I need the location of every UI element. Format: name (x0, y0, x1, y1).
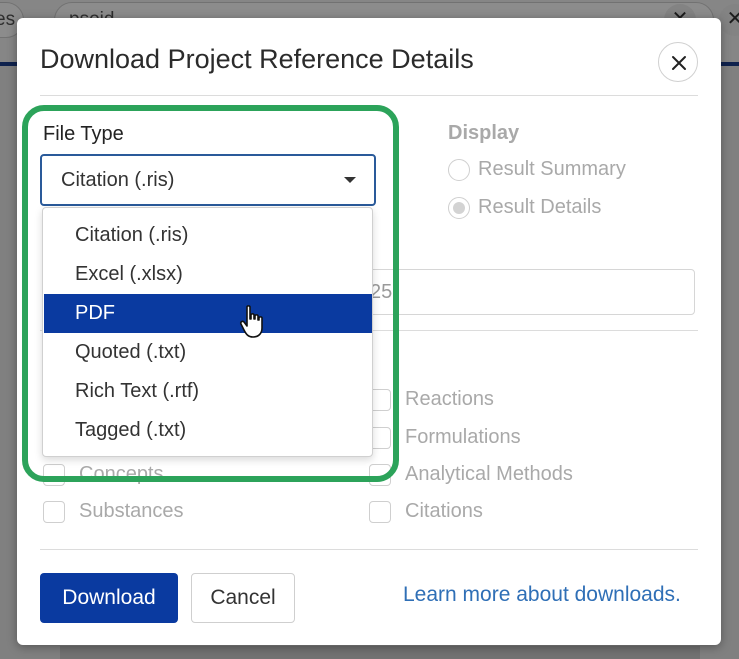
radio-circle-checked (448, 196, 470, 219)
checkbox-substances[interactable]: Substances (43, 500, 184, 523)
dialog-title: Download Project Reference Details (40, 44, 474, 74)
select-value: Citation (.ris) (61, 169, 175, 191)
option-quoted-txt[interactable]: Quoted (.txt) (44, 333, 372, 372)
cancel-button[interactable]: Cancel (191, 573, 295, 623)
checkbox-label: Citations (405, 500, 483, 522)
display-label: Display (448, 122, 520, 144)
option-tagged-txt[interactable]: Tagged (.txt) (44, 411, 372, 450)
close-icon (672, 56, 686, 70)
learn-more-link[interactable]: Learn more about downloads. (403, 583, 681, 607)
file-type-select[interactable]: Citation (.ris) (40, 154, 376, 206)
radio-circle (448, 158, 470, 181)
radio-result-details[interactable]: Result Details (448, 196, 601, 219)
footer-divider (40, 549, 698, 550)
checkbox-analytical-methods[interactable]: Analytical Methods (369, 463, 573, 486)
checkbox-box (43, 500, 65, 523)
caret-down-icon (344, 177, 356, 183)
header-divider (40, 95, 698, 96)
option-pdf[interactable]: PDF (44, 294, 372, 333)
range-input[interactable]: 25 (357, 269, 695, 315)
radio-result-summary[interactable]: Result Summary (448, 158, 626, 181)
checkbox-box (369, 500, 391, 523)
checkbox-label: Formulations (405, 426, 521, 448)
option-rich-text-rtf[interactable]: Rich Text (.rtf) (44, 372, 372, 411)
file-type-dropdown: Citation (.ris) Excel (.xlsx) PDF Quoted… (42, 207, 373, 457)
file-type-label: File Type (43, 123, 124, 145)
checkbox-citations[interactable]: Citations (369, 500, 483, 523)
checkbox-label: Reactions (405, 388, 494, 410)
radio-label: Result Summary (478, 158, 626, 180)
download-button[interactable]: Download (40, 573, 178, 623)
checkbox-label: Substances (79, 500, 184, 522)
option-excel-xlsx[interactable]: Excel (.xlsx) (44, 255, 372, 294)
radio-label: Result Details (478, 196, 602, 218)
checkbox-label: Analytical Methods (405, 463, 573, 485)
option-citation-ris[interactable]: Citation (.ris) (44, 216, 372, 255)
close-button[interactable] (658, 42, 698, 82)
hand-cursor-icon (239, 305, 263, 338)
